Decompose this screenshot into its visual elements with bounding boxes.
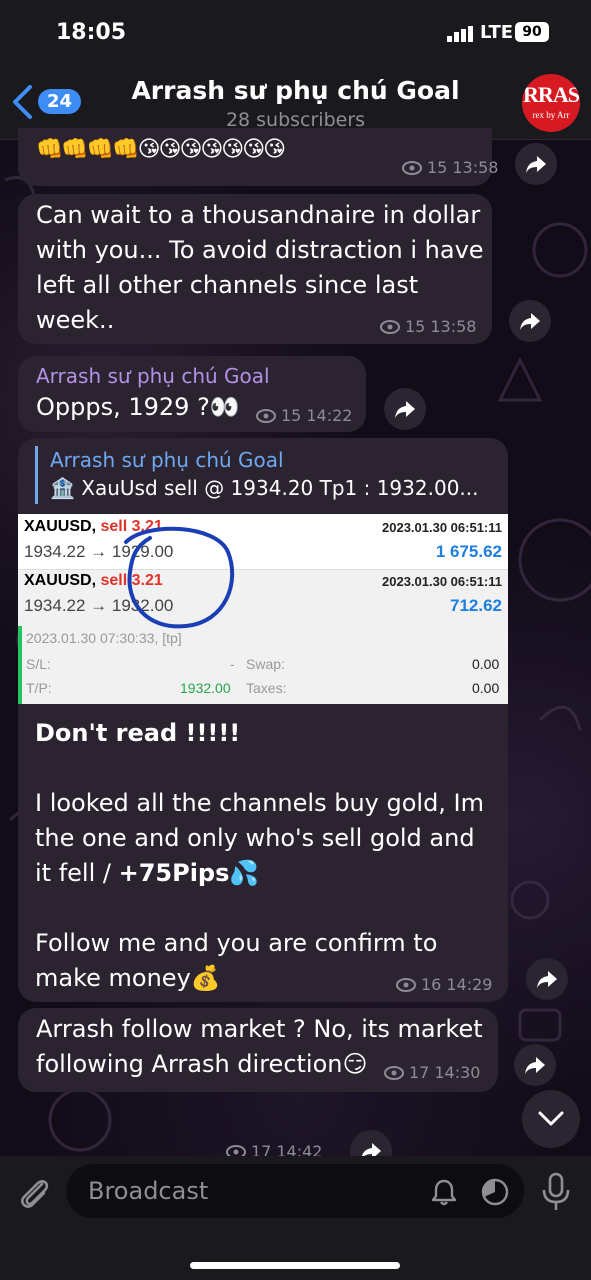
message-line: left all other channels since last bbox=[36, 271, 419, 299]
channel-avatar[interactable]: RRAS rex by Arr bbox=[522, 74, 580, 132]
forward-button[interactable] bbox=[509, 300, 551, 342]
trade-date: 2023.01.30 06:51:11 bbox=[382, 520, 502, 535]
status-bar: 18:05 LTE 90 bbox=[0, 0, 591, 64]
trade-date: 2023.01.30 06:51:11 bbox=[382, 574, 502, 589]
message-author: Arrash sư phụ chú Goal bbox=[36, 364, 270, 388]
eye-icon bbox=[384, 1065, 404, 1080]
back-button[interactable]: 24 bbox=[10, 82, 90, 122]
share-arrow-icon bbox=[525, 1057, 545, 1074]
message-line: I looked all the channels buy gold, Im bbox=[35, 789, 485, 817]
message-line: the one and only who's sell gold and bbox=[35, 824, 475, 852]
message-time: 14:29 bbox=[446, 975, 493, 994]
view-count: 15 bbox=[405, 317, 426, 336]
message-emoji: 👊👊👊👊😘😘😘😘😘😘😘 bbox=[36, 137, 286, 162]
message-line: Follow me and you are confirm to bbox=[35, 929, 438, 957]
avatar-logo-subtext: rex by Arr bbox=[532, 110, 570, 120]
trade-row: XAUUSD, sell 3.21 2023.01.30 06:51:11 19… bbox=[18, 568, 508, 623]
message-bubble[interactable]: Arrash sư phụ chú Goal Oppps, 1929 ?👀 15… bbox=[18, 356, 366, 432]
message-meta: 15 13:58 bbox=[402, 158, 498, 177]
message-text: Don't read !!!!! I looked all the channe… bbox=[35, 716, 495, 996]
trade-indicator-bar bbox=[18, 626, 22, 704]
message-line: Can wait to a thousandnaire in dollar bbox=[36, 201, 481, 229]
swap-label: Swap: bbox=[246, 656, 285, 672]
message-time: 13:58 bbox=[430, 317, 477, 336]
reply-preview[interactable]: Arrash sư phụ chú Goal 🏦 XauUsd sell @ 1… bbox=[35, 446, 495, 504]
share-arrow-icon bbox=[520, 313, 540, 330]
message-meta: 15 13:58 bbox=[380, 317, 476, 336]
sl-value: - bbox=[230, 656, 235, 672]
forward-button[interactable] bbox=[384, 388, 426, 430]
message-meta: 16 14:29 bbox=[396, 975, 492, 994]
message-bubble[interactable]: Arrash follow market ? No, its market fo… bbox=[18, 1008, 498, 1092]
message-time: 13:58 bbox=[452, 158, 499, 177]
timer-icon[interactable] bbox=[480, 1177, 510, 1207]
view-count: 15 bbox=[281, 406, 302, 425]
status-time: 18:05 bbox=[56, 20, 127, 45]
microphone-icon[interactable] bbox=[540, 1172, 572, 1212]
trade-profit: 1 675.62 bbox=[435, 542, 502, 561]
signal-icon bbox=[447, 26, 473, 42]
trade-profit: 712.62 bbox=[450, 596, 502, 615]
battery-icon: 90 bbox=[515, 22, 549, 42]
trade-row: XAUUSD, sell 3.21 2023.01.30 06:51:11 19… bbox=[18, 514, 508, 569]
eye-icon bbox=[402, 160, 422, 175]
hand-drawn-circle bbox=[124, 526, 235, 629]
sl-label: S/L: bbox=[26, 656, 51, 672]
message-bubble[interactable]: Can wait to a thousandnaire in dollar wi… bbox=[18, 194, 492, 344]
view-count: 17 bbox=[409, 1063, 430, 1082]
view-count: 15 bbox=[427, 158, 448, 177]
message-line: it fell / +75Pips💦 bbox=[35, 859, 260, 887]
chevron-down-icon bbox=[538, 1111, 564, 1126]
message-bubble[interactable]: 👊👊👊👊😘😘😘😘😘😘😘 15 13:58 bbox=[18, 128, 498, 186]
tp-value: 1932.00 bbox=[180, 680, 231, 696]
network-type: LTE bbox=[480, 22, 514, 43]
message-line: Arrash follow market ? No, its market bbox=[36, 1015, 483, 1043]
input-placeholder: Broadcast bbox=[88, 1177, 209, 1205]
message-meta: 17 14:30 bbox=[384, 1063, 480, 1082]
view-count: 16 bbox=[421, 975, 442, 994]
forward-button[interactable] bbox=[526, 958, 568, 1000]
tp-label: T/P: bbox=[26, 680, 52, 696]
share-arrow-icon bbox=[537, 971, 557, 988]
bell-icon[interactable] bbox=[430, 1178, 458, 1206]
taxes-label: Taxes: bbox=[246, 680, 287, 696]
message-time: 14:22 bbox=[306, 406, 353, 425]
message-meta: 15 14:22 bbox=[256, 406, 352, 425]
unread-badge: 24 bbox=[38, 89, 82, 114]
share-arrow-icon bbox=[526, 156, 546, 173]
scroll-to-bottom-button[interactable] bbox=[522, 1090, 580, 1148]
eye-icon bbox=[256, 408, 276, 423]
eye-icon bbox=[396, 977, 416, 992]
home-indicator bbox=[190, 1262, 400, 1269]
forward-button[interactable] bbox=[514, 1044, 556, 1086]
reply-text: 🏦 XauUsd sell @ 1934.20 Tp1 : 1932.00... bbox=[50, 476, 479, 500]
eye-icon bbox=[380, 319, 400, 334]
message-time: 14:30 bbox=[434, 1063, 481, 1082]
avatar-logo-text: RRAS bbox=[523, 82, 580, 107]
reply-author: Arrash sư phụ chú Goal bbox=[50, 448, 284, 472]
forward-button[interactable] bbox=[515, 143, 557, 185]
message-bold-line: Don't read !!!!! bbox=[35, 719, 241, 747]
taxes-value: 0.00 bbox=[472, 680, 500, 696]
share-arrow-icon bbox=[395, 401, 415, 418]
message-line: with you... To avoid distraction i have bbox=[36, 236, 484, 264]
message-input[interactable]: Broadcast bbox=[66, 1164, 524, 1218]
trade-screenshot[interactable]: XAUUSD, sell 3.21 2023.01.30 06:51:11 19… bbox=[18, 514, 508, 704]
chevron-left-icon bbox=[13, 85, 32, 119]
attachment-icon[interactable] bbox=[16, 1176, 52, 1212]
swap-value: 0.00 bbox=[472, 656, 500, 672]
message-text: Oppps, 1929 ?👀 bbox=[36, 393, 240, 421]
